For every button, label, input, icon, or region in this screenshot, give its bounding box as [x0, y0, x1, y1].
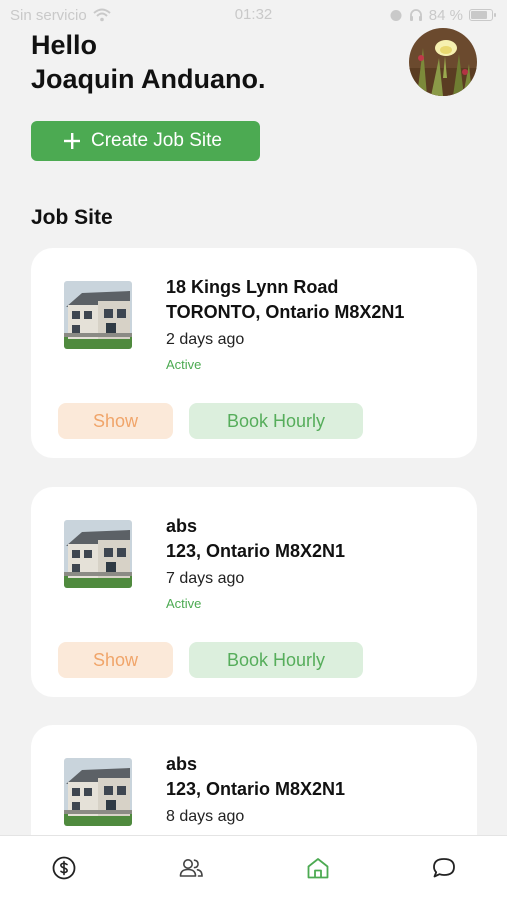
show-button[interactable]: Show	[58, 403, 173, 439]
create-job-site-button[interactable]: Create Job Site	[31, 121, 260, 161]
job-site-address-line2: 123, Ontario M8X2N1	[166, 779, 346, 799]
house-thumbnail	[64, 520, 132, 588]
screen: Sin servicio 01:32 84 % Hello Joaquin An…	[0, 0, 507, 900]
job-site-age: 7 days ago	[166, 570, 245, 587]
battery-icon	[469, 9, 496, 21]
job-site-address-line1: abs	[166, 516, 198, 536]
greeting: Hello Joaquin Anduano.	[31, 28, 265, 96]
status-badge: Active	[166, 596, 202, 611]
dollar-icon[interactable]	[50, 854, 78, 882]
section-title: Job Site	[31, 206, 113, 229]
bottom-nav	[0, 835, 507, 900]
chat-icon[interactable]	[430, 854, 458, 882]
job-site-age: 2 days ago	[166, 331, 245, 348]
battery-fill	[471, 11, 487, 19]
home-icon[interactable]	[304, 854, 332, 882]
job-site-address-line2: 123, Ontario M8X2N1	[166, 541, 346, 561]
job-site-address-line1: 18 Kings Lynn Road	[166, 277, 339, 297]
avatar-image	[409, 28, 477, 96]
battery-percent: 84 %	[428, 6, 463, 24]
users-icon[interactable]	[177, 854, 205, 882]
status-bar: Sin servicio 01:32 84 %	[0, 0, 507, 30]
job-site-card[interactable]: 18 Kings Lynn Road TORONTO, Ontario M8X2…	[31, 248, 477, 458]
status-badge: Active	[166, 357, 202, 372]
book-hourly-button[interactable]: Book Hourly	[189, 403, 363, 439]
house-thumbnail	[64, 281, 132, 349]
greeting-line-1: Hello	[31, 30, 98, 60]
book-hourly-button[interactable]: Book Hourly	[189, 642, 363, 678]
plus-icon	[64, 133, 80, 149]
carrier-text: Sin servicio	[10, 6, 87, 24]
headphones-icon	[409, 9, 422, 21]
wifi-icon	[93, 8, 111, 22]
greeting-line-2: Joaquin Anduano.	[31, 64, 266, 94]
job-site-card[interactable]: abs 123, Ontario M8X2N1 7 days ago Activ…	[31, 487, 477, 697]
show-button[interactable]: Show	[58, 642, 173, 678]
job-site-age: 8 days ago	[166, 808, 245, 825]
create-job-site-label: Create Job Site	[91, 130, 222, 151]
job-site-address-line1: abs	[166, 754, 198, 774]
job-site-address-line2: TORONTO, Ontario M8X2N1	[166, 302, 405, 322]
avatar[interactable]	[409, 28, 477, 96]
alarm-icon	[390, 10, 402, 21]
house-thumbnail	[64, 758, 132, 826]
